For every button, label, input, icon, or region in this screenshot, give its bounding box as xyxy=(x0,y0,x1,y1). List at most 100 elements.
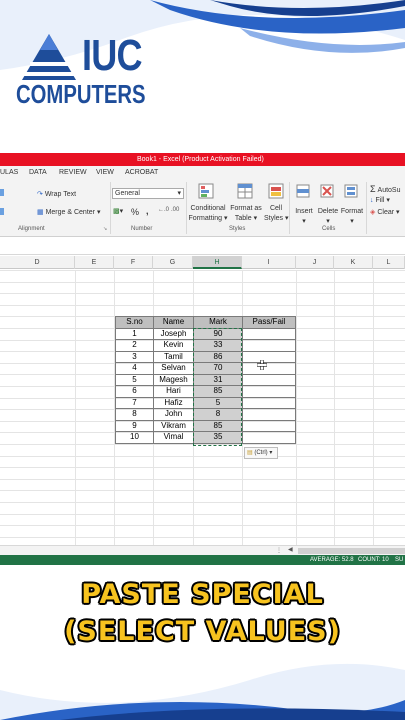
caption-line-2: (SELECT VALUES) xyxy=(64,616,341,647)
divider xyxy=(289,182,290,234)
column-header-f[interactable]: F xyxy=(114,256,153,269)
cell-mark[interactable]: 70 xyxy=(193,362,243,375)
cell-pass-fail[interactable] xyxy=(242,408,296,421)
status-sum: SU xyxy=(395,557,404,563)
cell-pass-fail[interactable] xyxy=(242,419,296,432)
cell-mark[interactable]: 90 xyxy=(193,327,243,340)
cells-group-label: Cells xyxy=(322,226,336,232)
scroll-left-icon[interactable]: ◀ xyxy=(288,547,296,554)
cell-sno[interactable]: 6 xyxy=(115,385,154,398)
align-icon[interactable] xyxy=(0,189,4,196)
cell-name[interactable]: Hari xyxy=(153,385,194,398)
cell-pass-fail[interactable] xyxy=(242,327,296,340)
cell-mark[interactable]: 5 xyxy=(193,396,243,409)
cell-sno[interactable]: 9 xyxy=(115,419,154,432)
paste-options-button[interactable]: ▤ (Ctrl) ▾ xyxy=(244,447,278,459)
cell-name[interactable]: Kevin xyxy=(153,339,194,352)
conditional-formatting-button[interactable]: Conditional Formatting ▾ xyxy=(188,204,228,224)
cell-pass-fail[interactable] xyxy=(242,362,296,375)
cell-pass-fail[interactable] xyxy=(242,396,296,409)
tab-formulas[interactable]: ULAS xyxy=(0,169,18,176)
format-as-table-button[interactable]: Format as Table ▾ xyxy=(229,204,263,224)
insert-button[interactable]: Insert ▾ xyxy=(294,207,314,227)
align-icon-2[interactable] xyxy=(0,208,4,215)
cell-name[interactable]: Tamil xyxy=(153,350,194,363)
column-header-g[interactable]: G xyxy=(153,256,193,269)
cell-name[interactable]: John xyxy=(153,408,194,421)
tab-review[interactable]: REVIEW xyxy=(59,169,87,176)
delete-cells-icon[interactable] xyxy=(320,184,334,198)
cell-mark[interactable]: 8 xyxy=(193,408,243,421)
dialog-launcher-icon[interactable]: ↘ xyxy=(103,226,107,232)
cell-mark[interactable]: 31 xyxy=(193,373,243,386)
tab-view[interactable]: VIEW xyxy=(96,169,114,176)
iuc-computers-logo: IUC COMPUTERS xyxy=(14,30,154,110)
video-frame: IUC COMPUTERS Book1 - Excel (Product Act… xyxy=(0,0,405,720)
accounting-format-button[interactable]: ▩▾ xyxy=(113,207,123,215)
cell-sno[interactable]: 8 xyxy=(115,408,154,421)
cell-mark[interactable]: 85 xyxy=(193,385,243,398)
column-header-h[interactable]: H xyxy=(193,256,242,269)
column-header-e[interactable]: E xyxy=(75,256,114,269)
conditional-formatting-icon[interactable] xyxy=(198,183,216,199)
header-mark[interactable]: Mark xyxy=(193,316,243,329)
format-as-table-icon[interactable] xyxy=(237,183,253,199)
cell-pass-fail[interactable] xyxy=(242,431,296,444)
cell-mark[interactable]: 86 xyxy=(193,350,243,363)
number-format-select[interactable]: General ▾ xyxy=(112,188,184,199)
format-button[interactable]: Format ▾ xyxy=(340,207,364,227)
cell-mark[interactable]: 85 xyxy=(193,419,243,432)
cell-sno[interactable]: 3 xyxy=(115,350,154,363)
percent-button[interactable]: % xyxy=(131,207,139,217)
cell-sno[interactable]: 2 xyxy=(115,339,154,352)
cell-sno[interactable]: 7 xyxy=(115,396,154,409)
clear-button[interactable]: ◈ Clear ▾ xyxy=(370,208,400,216)
cell-name[interactable]: Vikram xyxy=(153,419,194,432)
column-header-j[interactable]: J xyxy=(296,256,334,269)
cell-pass-fail[interactable] xyxy=(242,385,296,398)
horizontal-scrollbar-thumb[interactable] xyxy=(298,548,405,554)
table-row: 8 John 8 xyxy=(115,408,296,421)
cell-name[interactable]: Joseph xyxy=(153,327,194,340)
fill-button[interactable]: ↓ Fill ▾ xyxy=(370,196,390,204)
header-name[interactable]: Name xyxy=(153,316,194,329)
decrease-decimal-icon[interactable]: .00 xyxy=(171,207,179,213)
column-header-d[interactable]: D xyxy=(0,256,75,269)
cell-sno[interactable]: 1 xyxy=(115,327,154,340)
increase-decimal-icon[interactable]: ←.0 xyxy=(158,207,169,213)
column-header-l[interactable]: L xyxy=(373,256,405,269)
cell-name[interactable]: Hafiz xyxy=(153,396,194,409)
table-row: 1 Joseph 90 xyxy=(115,327,296,340)
chevron-down-icon: ▾ xyxy=(177,190,181,197)
cell-mark[interactable]: 35 xyxy=(193,431,243,444)
merge-center-button[interactable]: ▦ Merge & Center ▾ xyxy=(37,208,100,216)
cell-pass-fail[interactable] xyxy=(242,373,296,386)
cell-pass-fail[interactable] xyxy=(242,350,296,363)
delete-button[interactable]: Delete ▾ xyxy=(317,207,339,227)
tab-acrobat[interactable]: ACROBAT xyxy=(125,169,158,176)
format-cells-icon[interactable] xyxy=(344,184,358,198)
wrap-text-button[interactable]: ↷ Wrap Text xyxy=(37,190,76,198)
tab-data[interactable]: DATA xyxy=(29,169,47,176)
cell-sno[interactable]: 10 xyxy=(115,431,154,444)
column-header-k[interactable]: K xyxy=(334,256,373,269)
cell-name[interactable]: Vimal xyxy=(153,431,194,444)
header-pass-fail[interactable]: Pass/Fail xyxy=(242,316,296,329)
cell-pass-fail[interactable] xyxy=(242,339,296,352)
autosum-button[interactable]: Σ AutoSu xyxy=(370,184,401,194)
insert-cells-icon[interactable] xyxy=(296,184,310,198)
column-header-i[interactable]: I xyxy=(242,256,296,269)
cell-styles-button[interactable]: Cell Styles ▾ xyxy=(264,204,289,224)
comma-button[interactable]: , xyxy=(146,206,149,216)
cell-styles-icon[interactable] xyxy=(268,183,284,199)
cell-name[interactable]: Magesh xyxy=(153,373,194,386)
cell-sno[interactable]: 4 xyxy=(115,362,154,375)
merge-center-icon: ▦ xyxy=(37,209,44,216)
cell-mark[interactable]: 33 xyxy=(193,339,243,352)
cell-name[interactable]: Selvan xyxy=(153,362,194,375)
styles-group-label: Styles xyxy=(229,226,246,232)
cell-sno[interactable]: 5 xyxy=(115,373,154,386)
sheet-splitter-icon[interactable]: ⋮ xyxy=(276,547,282,554)
ribbon-panel: ↷ Wrap Text ▦ Merge & Center ▾ Alignment… xyxy=(0,180,405,237)
header-sno[interactable]: S.no xyxy=(115,316,154,329)
